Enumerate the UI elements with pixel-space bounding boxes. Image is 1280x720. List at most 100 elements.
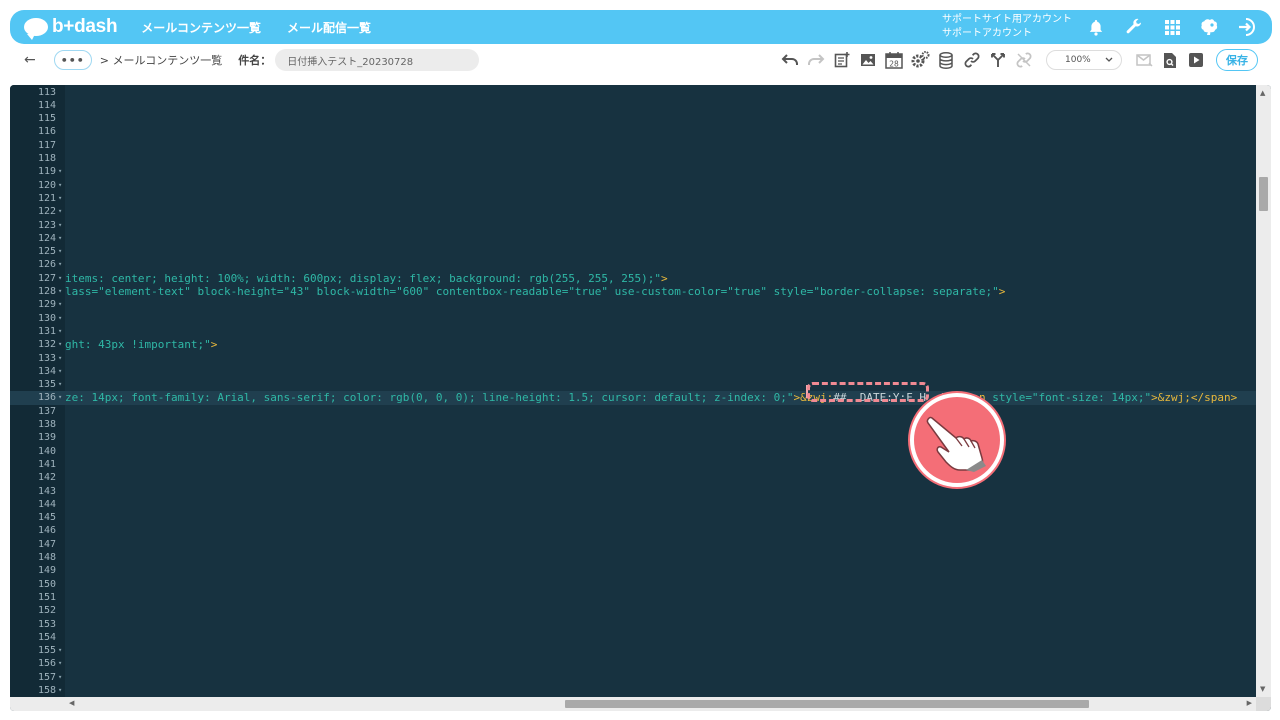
code-line[interactable]: 125 ▾ <box>10 245 1256 258</box>
code-line[interactable]: 126 ▾ <box>10 258 1256 271</box>
bell-icon[interactable] <box>1086 17 1106 37</box>
code-line[interactable]: 140 <box>10 445 1256 458</box>
code-line[interactable]: 134 ▾ <box>10 365 1256 378</box>
code-line[interactable]: 144 <box>10 498 1256 511</box>
code-line[interactable]: 113 <box>10 86 1256 99</box>
code-line[interactable]: 148 <box>10 551 1256 564</box>
fold-arrow-icon[interactable]: ▾ <box>58 165 62 178</box>
scroll-right-icon[interactable]: ▶ <box>1247 699 1252 707</box>
save-button[interactable]: 保存 <box>1216 49 1258 71</box>
fold-arrow-icon[interactable]: ▾ <box>58 365 62 378</box>
code-line[interactable]: 130 ▾ <box>10 312 1256 325</box>
code-line[interactable]: 135 ▾ <box>10 378 1256 391</box>
code-line[interactable]: 119 ▾ <box>10 165 1256 178</box>
account-info[interactable]: サポートサイト用アカウント サポートアカウント <box>942 13 1072 41</box>
code-line[interactable]: 118 <box>10 152 1256 165</box>
fold-arrow-icon[interactable]: ▾ <box>58 298 62 311</box>
scroll-up-icon[interactable]: ▲ <box>1260 89 1265 97</box>
code-line[interactable]: 153 <box>10 618 1256 631</box>
code-line[interactable]: 133 ▾ <box>10 352 1256 365</box>
calendar-icon[interactable]: 28 <box>884 50 904 70</box>
fold-arrow-icon[interactable]: ▾ <box>58 179 62 192</box>
code-line[interactable]: 143 <box>10 485 1256 498</box>
bdash-logo[interactable]: b+dash <box>24 16 118 40</box>
settings-icon[interactable] <box>910 50 930 70</box>
code-line[interactable]: 141 <box>10 458 1256 471</box>
nav-mail-delivery[interactable]: メール配信一覧 <box>287 19 371 36</box>
fold-arrow-icon[interactable]: ▾ <box>58 338 62 351</box>
code-line[interactable]: 115 <box>10 112 1256 125</box>
fold-arrow-icon[interactable]: ▾ <box>58 325 62 338</box>
subject-input[interactable] <box>275 49 480 71</box>
code-line[interactable]: 120 ▾ <box>10 179 1256 192</box>
horizontal-scrollbar[interactable]: ◀ ▶ <box>65 697 1256 711</box>
link-off-icon[interactable] <box>1014 50 1034 70</box>
fold-arrow-icon[interactable]: ▾ <box>58 245 62 258</box>
file-icon[interactable] <box>1160 50 1180 70</box>
fold-arrow-icon[interactable]: ▾ <box>58 352 62 365</box>
fold-arrow-icon[interactable]: ▾ <box>58 391 62 404</box>
code-line[interactable]: 146 <box>10 524 1256 537</box>
logout-icon[interactable] <box>1238 17 1258 37</box>
scroll-down-icon[interactable]: ▼ <box>1260 685 1265 693</box>
code-line[interactable]: 157 ▾ <box>10 671 1256 684</box>
merge-icon[interactable] <box>988 50 1008 70</box>
code-line[interactable]: 139 <box>10 431 1256 444</box>
code-line[interactable]: 117 <box>10 139 1256 152</box>
code-line[interactable]: 124 ▾ <box>10 232 1256 245</box>
more-menu-button[interactable]: ••• <box>53 50 92 70</box>
code-line[interactable]: 147 <box>10 538 1256 551</box>
code-line[interactable]: 152 <box>10 604 1256 617</box>
redo-icon[interactable] <box>806 50 826 70</box>
code-line[interactable]: 136 ▾ ze: 14px; font-family: Arial, sans-s… <box>10 391 1256 405</box>
code-line[interactable]: 149 <box>10 564 1256 577</box>
image-icon[interactable] <box>858 50 878 70</box>
nav-mail-contents[interactable]: メールコンテンツ一覧 <box>141 19 261 36</box>
code-line[interactable]: 131 ▾ <box>10 325 1256 338</box>
mail-icon[interactable] <box>1134 50 1154 70</box>
fold-arrow-icon[interactable]: ▾ <box>58 192 62 205</box>
code-line[interactable]: 138 <box>10 418 1256 431</box>
code-line[interactable]: 137 <box>10 405 1256 418</box>
fold-arrow-icon[interactable]: ▾ <box>58 219 62 232</box>
fold-arrow-icon[interactable]: ▾ <box>58 205 62 218</box>
code-line[interactable]: 142 <box>10 471 1256 484</box>
apps-grid-icon[interactable] <box>1162 17 1182 37</box>
brain-icon[interactable] <box>1200 17 1220 37</box>
code-editor[interactable]: 113 114 115 116 117 118 119 ▾ 120 ▾ 121 ▾ 122 ▾ 123 ▾ 12… <box>10 85 1271 711</box>
fold-arrow-icon[interactable]: ▾ <box>58 272 62 285</box>
link-icon[interactable] <box>962 50 982 70</box>
code-line[interactable]: 123 ▾ <box>10 219 1256 232</box>
database-icon[interactable] <box>936 50 956 70</box>
fold-arrow-icon[interactable]: ▾ <box>58 644 62 657</box>
code-line[interactable]: 156 ▾ <box>10 657 1256 670</box>
add-block-icon[interactable] <box>832 50 852 70</box>
code-line[interactable]: 151 <box>10 591 1256 604</box>
vertical-scroll-thumb[interactable] <box>1259 177 1268 211</box>
breadcrumb[interactable]: > メールコンテンツ一覧 <box>100 52 223 68</box>
code-line[interactable]: 154 <box>10 631 1256 644</box>
code-line[interactable]: 150 <box>10 578 1256 591</box>
code-line[interactable]: 128 ▾ lass="element-text" block-height="43… <box>10 285 1256 298</box>
fold-arrow-icon[interactable]: ▾ <box>58 684 62 697</box>
fold-arrow-icon[interactable]: ▾ <box>58 258 62 271</box>
code-line[interactable]: 116 <box>10 125 1256 138</box>
code-line[interactable]: 127 ▾ items: center; height: 100%; width: … <box>10 272 1256 285</box>
back-arrow-icon[interactable]: ← <box>24 52 36 68</box>
fold-arrow-icon[interactable]: ▾ <box>58 657 62 670</box>
code-line[interactable]: 158 ▾ <box>10 684 1256 697</box>
fold-arrow-icon[interactable]: ▾ <box>58 285 62 298</box>
horizontal-scroll-thumb[interactable] <box>565 700 1089 708</box>
fold-arrow-icon[interactable]: ▾ <box>58 671 62 684</box>
code-line[interactable]: 145 <box>10 511 1256 524</box>
code-line[interactable]: 121 ▾ <box>10 192 1256 205</box>
code-line[interactable]: 129 ▾ <box>10 298 1256 311</box>
vertical-scrollbar[interactable]: ▲ ▼ <box>1256 85 1271 697</box>
scroll-left-icon[interactable]: ◀ <box>69 699 74 707</box>
play-icon[interactable] <box>1186 50 1206 70</box>
code-line[interactable]: 114 <box>10 99 1256 112</box>
code-line[interactable]: 122 ▾ <box>10 205 1256 218</box>
code-line[interactable]: 132 ▾ ght: 43px !important;"> <box>10 338 1256 351</box>
code-line[interactable]: 155 ▾ <box>10 644 1256 657</box>
fold-arrow-icon[interactable]: ▾ <box>58 378 62 391</box>
